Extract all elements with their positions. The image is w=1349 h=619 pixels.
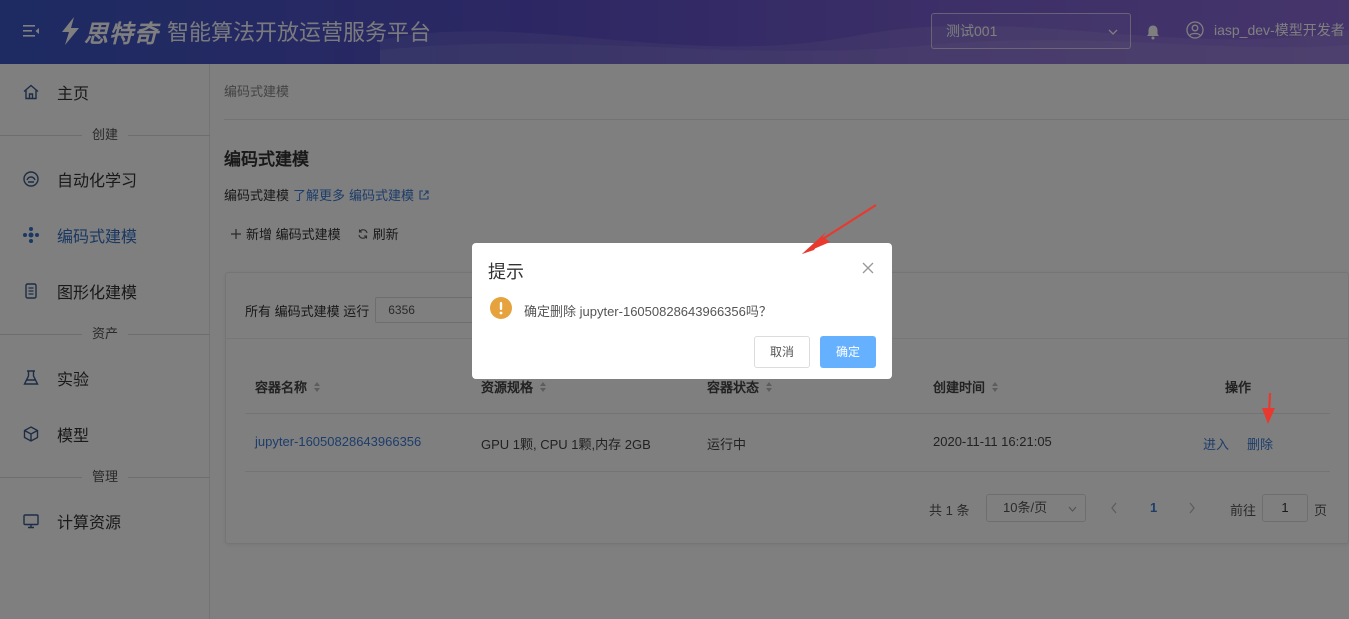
confirm-dialog: 提示 确定删除 jupyter-16050828643966356吗？ 取消 确… (472, 243, 892, 379)
confirm-button[interactable]: 确定 (820, 336, 876, 368)
annotation-arrow-icon (802, 204, 877, 254)
dialog-message: 确定删除 jupyter-16050828643966356吗？ (524, 304, 772, 319)
warning-icon (490, 297, 512, 319)
cancel-button[interactable]: 取消 (754, 336, 810, 368)
close-icon[interactable] (862, 262, 874, 274)
dialog-title: 提示 (488, 262, 524, 282)
annotation-arrow-icon (1262, 392, 1275, 424)
